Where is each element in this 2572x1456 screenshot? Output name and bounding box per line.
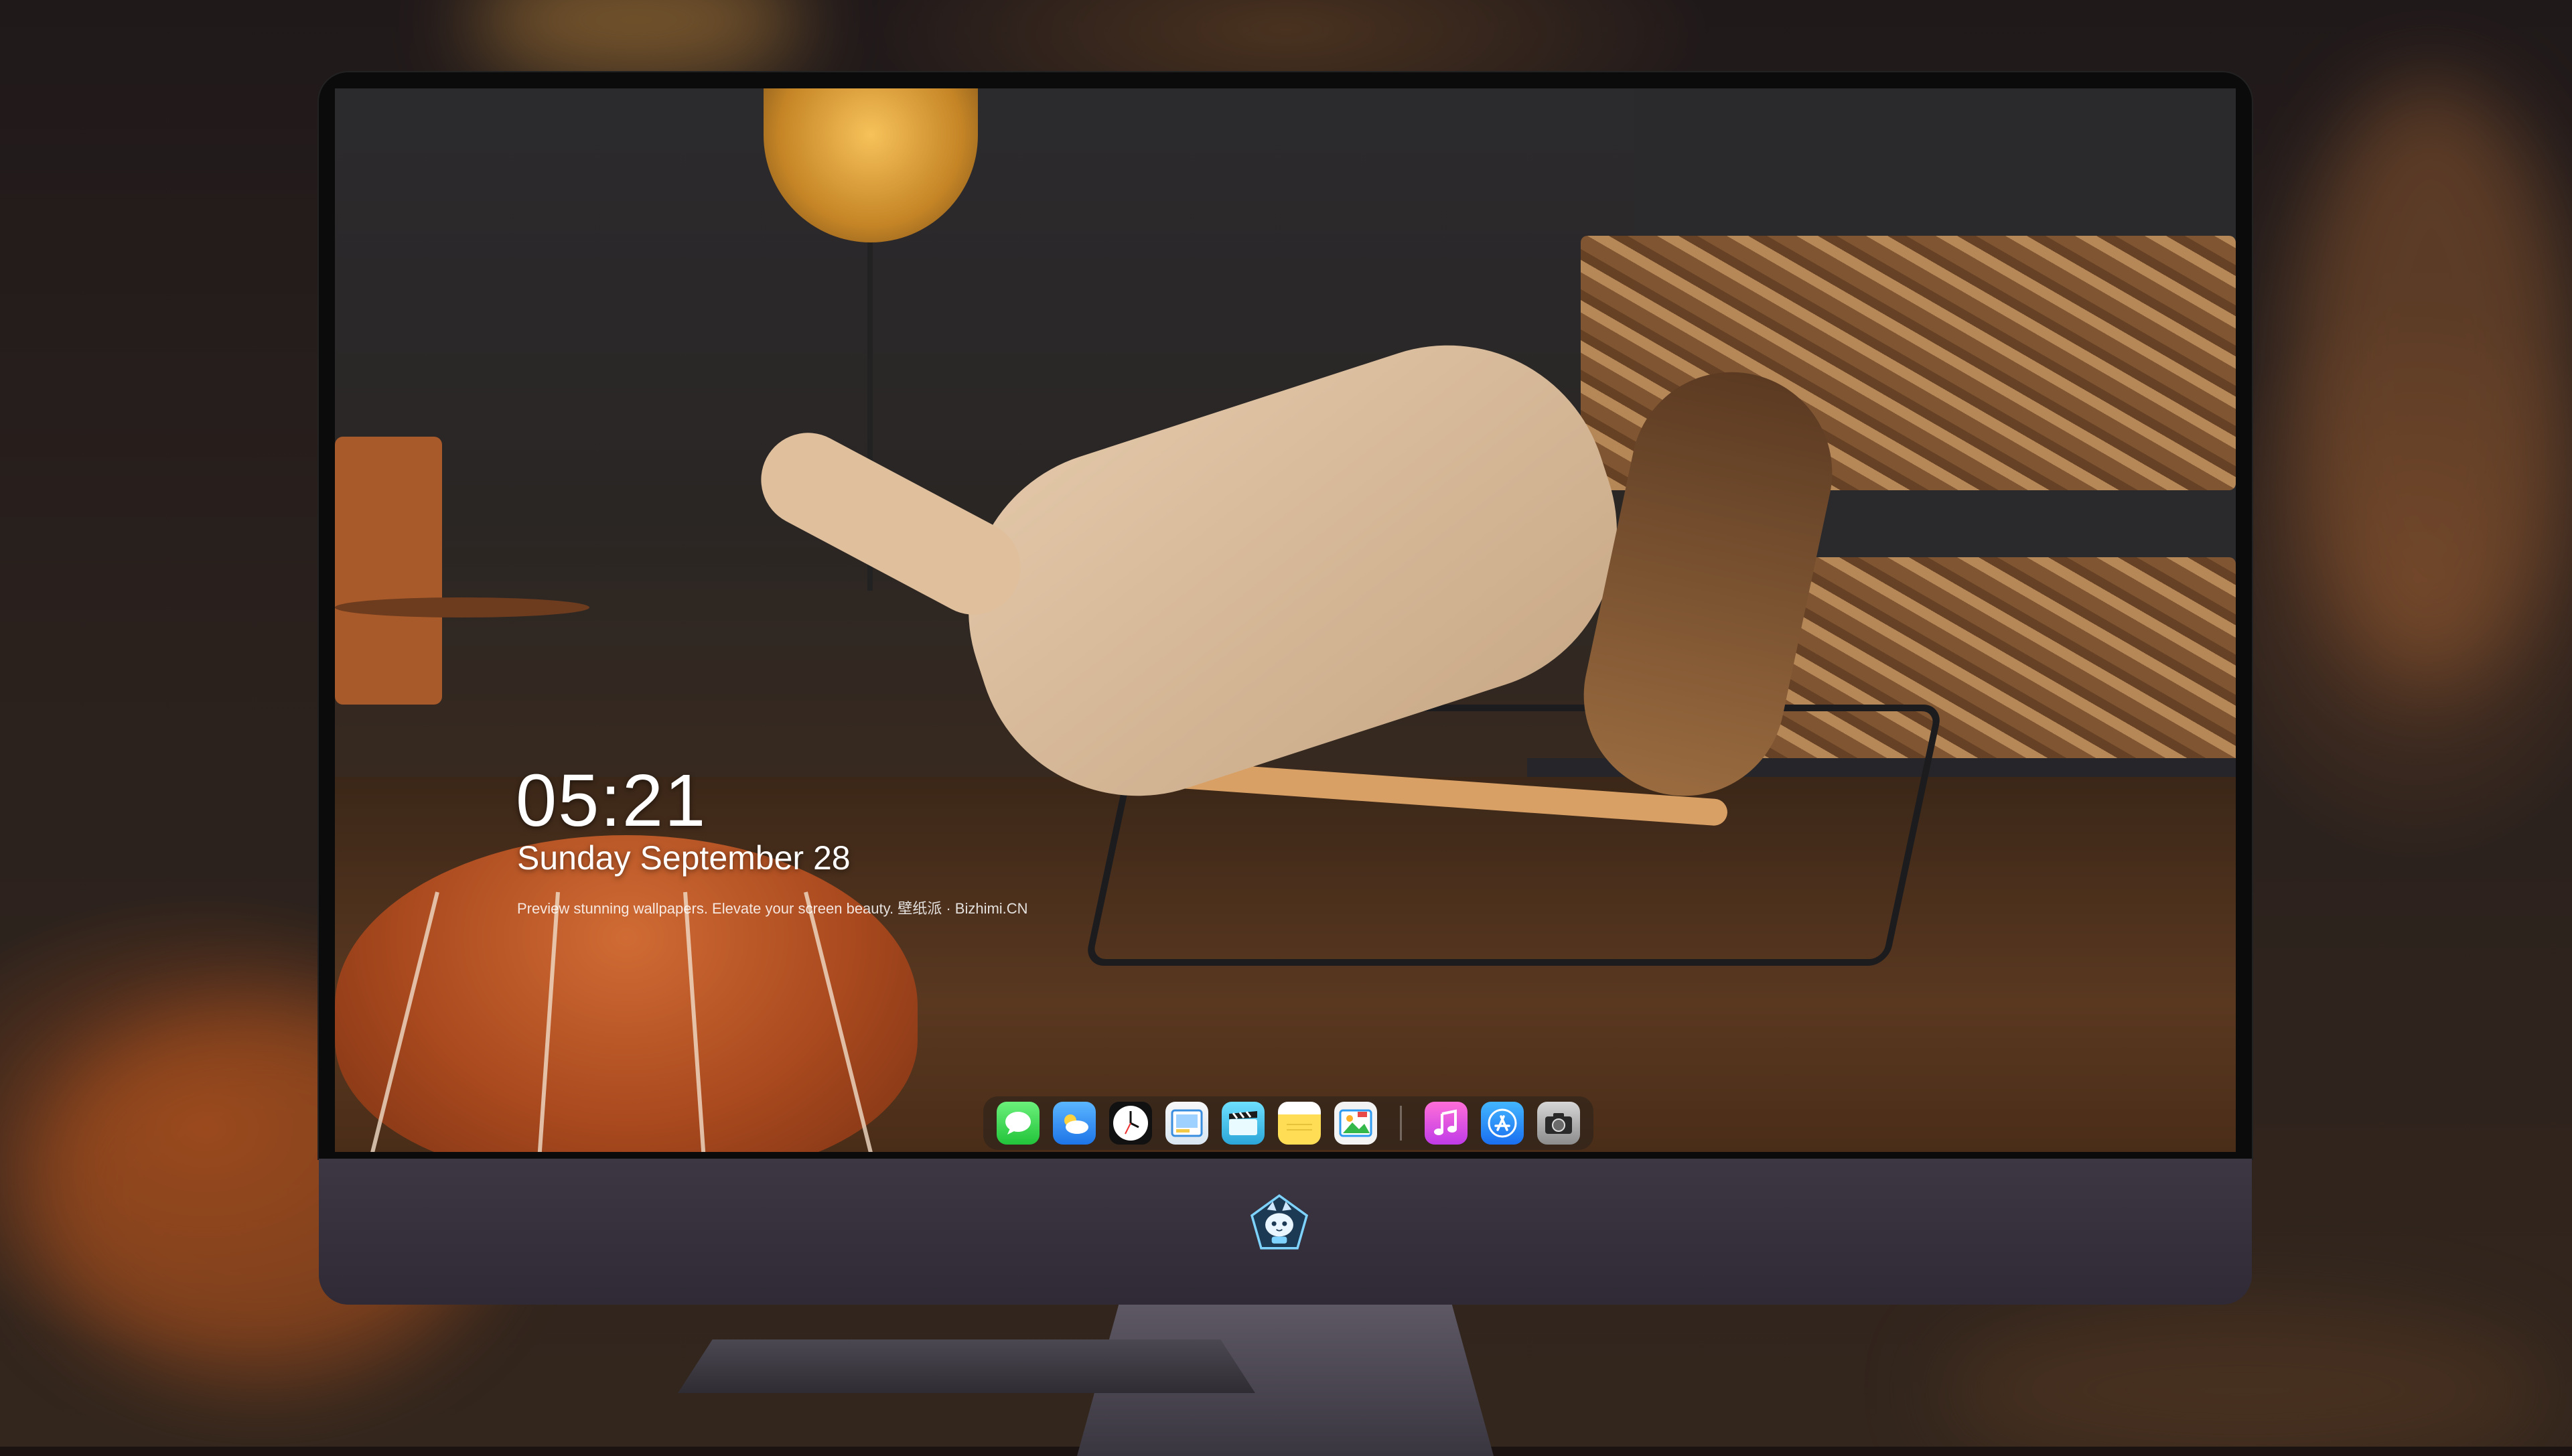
imac-monitor: 05:21 Sunday September 28 Preview stunni… [319, 72, 2252, 1456]
dock-separator [1400, 1106, 1402, 1141]
side-table [335, 597, 589, 617]
lock-screen[interactable]: 05:21 Sunday September 28 Preview stunni… [335, 88, 2236, 1152]
floor-lamp [764, 88, 978, 242]
monitor-stand-base [678, 1339, 1255, 1393]
dock [983, 1096, 1593, 1150]
blurred-floor-shape [1942, 1306, 2545, 1447]
screen-bezel: 05:21 Sunday September 28 Preview stunni… [319, 72, 2252, 1159]
app-store-icon[interactable] [1481, 1102, 1524, 1145]
preview-icon[interactable] [1165, 1102, 1208, 1145]
music-icon[interactable] [1425, 1102, 1468, 1145]
lock-time: 05:21 [516, 759, 707, 842]
weather-icon[interactable] [1053, 1102, 1096, 1145]
clapperboard-icon[interactable] [1222, 1102, 1265, 1145]
notes-icon[interactable] [1278, 1102, 1321, 1145]
clock-icon[interactable] [1109, 1102, 1152, 1145]
camera-icon[interactable] [1537, 1102, 1580, 1145]
blurred-lamp-shape [469, 0, 804, 80]
photos-icon[interactable] [1334, 1102, 1377, 1145]
blurred-wood-shape [2291, 80, 2572, 683]
lock-date: Sunday September 28 [517, 839, 851, 877]
messages-icon[interactable] [997, 1102, 1040, 1145]
cat-shield-logo [1250, 1194, 1309, 1250]
monitor-chin [319, 1159, 2252, 1305]
orange-chair [335, 437, 442, 705]
lock-tagline: Preview stunning wallpapers. Elevate you… [517, 900, 1028, 917]
